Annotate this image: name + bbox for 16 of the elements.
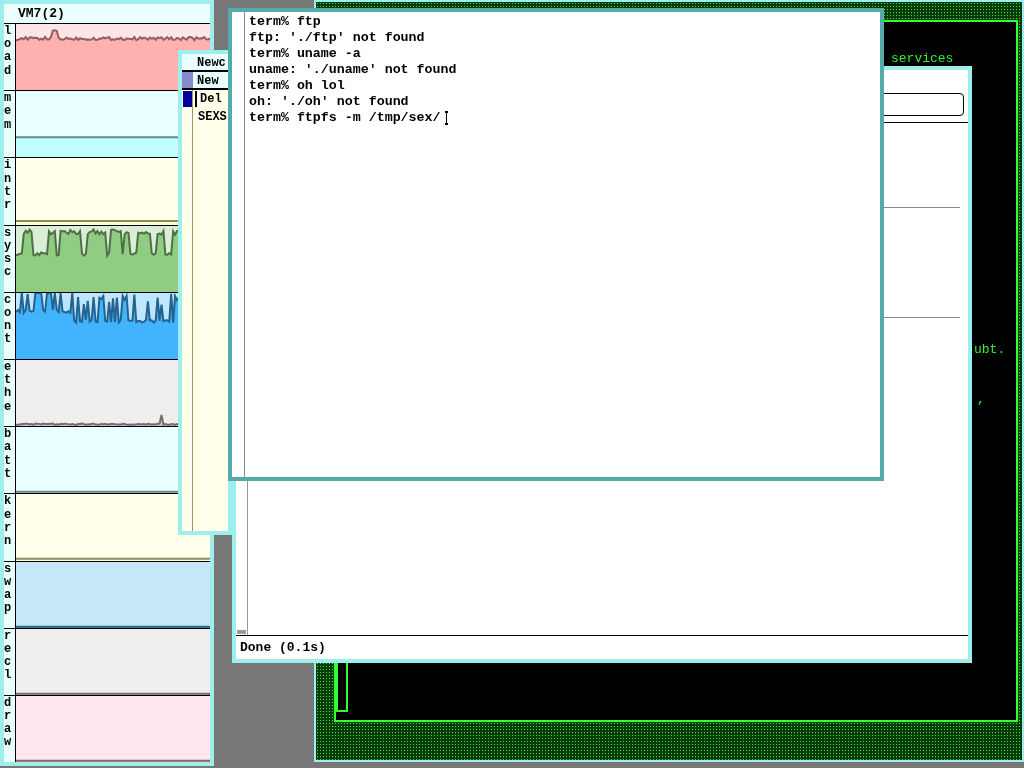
list-item[interactable]: Del bbox=[200, 90, 222, 108]
text-line: ubt. bbox=[974, 343, 1006, 357]
text-line: services bbox=[891, 52, 954, 66]
terminal-line: term% uname -a bbox=[249, 46, 361, 62]
terminal-line: term% oh lol bbox=[249, 78, 345, 94]
window-title: Newc bbox=[182, 54, 228, 72]
terminal-line: uname: './uname' not found bbox=[249, 62, 457, 78]
terminal-line: ftp: './ftp' not found bbox=[249, 30, 425, 46]
scroll-thumb[interactable] bbox=[237, 630, 246, 634]
terminal-line: term% ftp bbox=[249, 14, 321, 30]
list-item[interactable]: SEXS bbox=[198, 108, 227, 126]
tag-marker[interactable] bbox=[182, 72, 193, 88]
status-text: Done (0.1s) bbox=[236, 635, 968, 659]
text-line: , bbox=[977, 393, 985, 407]
terminal-line: term% ftpfs -m /tmp/sex/ bbox=[249, 110, 441, 126]
terminal-line: oh: './oh' not found bbox=[249, 94, 409, 110]
